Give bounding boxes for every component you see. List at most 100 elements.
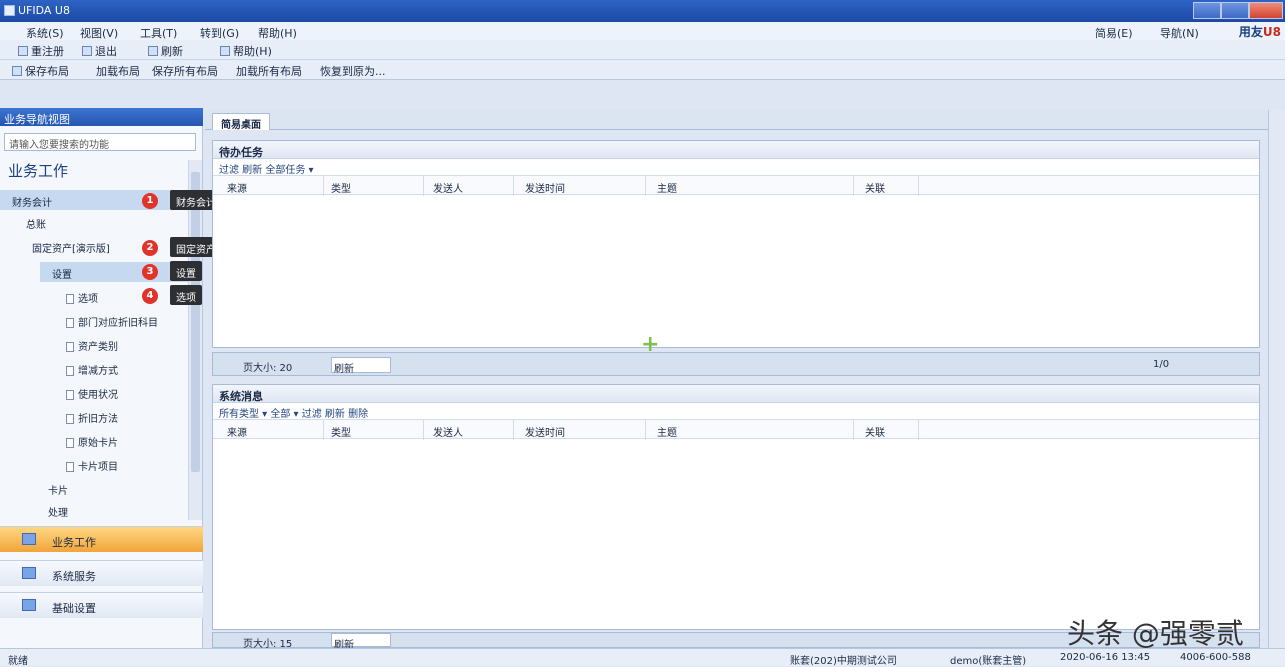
todo-panel-toolbar[interactable]: 过滤 刷新 全部任务 ▾: [213, 159, 1259, 176]
tab-simple-desktop[interactable]: 简易桌面: [212, 113, 270, 131]
tree-leaf-depreciation-method[interactable]: 折旧方法: [66, 410, 118, 425]
load-all-layout-button[interactable]: 加载所有布局: [236, 63, 302, 79]
document-icon: [66, 414, 74, 424]
col-send-time[interactable]: 发送时间: [525, 180, 565, 195]
todo-page-status: 1/0: [1153, 359, 1170, 370]
col-sender[interactable]: 发送人: [433, 424, 463, 439]
save-layout-button[interactable]: 保存布局: [12, 63, 69, 79]
tree-node-ledger[interactable]: 总账: [26, 216, 46, 231]
sidebar-scrollbar[interactable]: [188, 160, 202, 520]
tree-leaf-change-method[interactable]: 增减方式: [66, 362, 118, 377]
document-icon: [66, 462, 74, 472]
tree-node-card[interactable]: 卡片: [48, 482, 68, 497]
tree-node-settings[interactable]: 设置: [40, 262, 188, 282]
tree-leaf-options[interactable]: 选项: [66, 290, 98, 305]
message-panel-toolbar[interactable]: 所有类型 ▾ 全部 ▾ 过滤 刷新 删除: [213, 403, 1259, 420]
window-title: UFIDA U8: [18, 4, 70, 17]
scrollbar-thumb[interactable]: [191, 172, 200, 472]
col-send-time[interactable]: 发送时间: [525, 424, 565, 439]
tree-leaf-options-label: 选项: [78, 294, 98, 305]
todo-panel: 待办任务 过滤 刷新 全部任务 ▾ 来源 类型 发送人 发送时间 主题 关联: [212, 140, 1260, 348]
tree-leaf-dept-depreciation[interactable]: 部门对应折旧科目: [66, 314, 158, 329]
menu-help[interactable]: 帮助(H): [258, 25, 297, 41]
tree-node-process[interactable]: 处理: [48, 504, 68, 519]
annotation-tooltip-3: 设置: [170, 261, 202, 281]
todo-table-header: 来源 类型 发送人 发送时间 主题 关联: [213, 175, 1259, 196]
col-related[interactable]: 关联: [865, 424, 885, 439]
relogin-button[interactable]: 重注册: [18, 43, 64, 59]
column-divider: [853, 420, 854, 440]
save-icon: [12, 66, 22, 76]
menu-view[interactable]: 视图(V): [80, 25, 118, 41]
layout-toolbar: 保存布局 加载布局 保存所有布局 加载所有布局 恢复到原为...: [0, 60, 1285, 80]
exit-label: 退出: [95, 45, 117, 58]
column-divider: [918, 420, 919, 440]
menu-system[interactable]: 系统(S): [26, 25, 64, 41]
system-icon: [22, 567, 36, 579]
status-user: demo(账套主管): [950, 656, 1027, 667]
close-button[interactable]: [1249, 2, 1283, 19]
minimize-button[interactable]: [1193, 2, 1221, 19]
document-icon: [66, 342, 74, 352]
col-related[interactable]: 关联: [865, 180, 885, 195]
menu-easy[interactable]: 简易(E): [1095, 25, 1133, 41]
tree-leaf-usage-label: 使用状况: [78, 390, 118, 401]
tree-leaf-items-label: 卡片项目: [78, 462, 118, 473]
col-sender[interactable]: 发送人: [433, 180, 463, 195]
save-layout-label: 保存布局: [25, 65, 69, 78]
help-button[interactable]: 帮助(H): [220, 43, 272, 59]
maximize-button[interactable]: [1221, 2, 1249, 19]
status-datetime: 2020-06-16 13:45: [1060, 652, 1151, 663]
document-icon: [66, 318, 74, 328]
sidebar-header: 业务导航视图: [0, 108, 203, 126]
col-type[interactable]: 类型: [331, 424, 351, 439]
annotation-badge-1: 1: [142, 193, 158, 209]
menu-nav[interactable]: 导航(N): [1160, 25, 1199, 41]
col-subject[interactable]: 主题: [657, 424, 677, 439]
tree-leaf-usage-status[interactable]: 使用状况: [66, 386, 118, 401]
refresh-button[interactable]: 刷新: [148, 43, 183, 59]
message-table-header: 来源 类型 发送人 发送时间 主题 关联: [213, 419, 1259, 440]
tree-leaf-original-card[interactable]: 原始卡片: [66, 434, 118, 449]
nav-system-service[interactable]: 系统服务: [0, 560, 203, 586]
col-subject[interactable]: 主题: [657, 180, 677, 195]
message-refresh-select[interactable]: 刷新: [331, 633, 391, 651]
todo-refresh-select[interactable]: 刷新: [331, 357, 391, 375]
tree-leaf-asset-category[interactable]: 资产类别: [66, 338, 118, 353]
brand-suffix: U8: [1262, 25, 1281, 39]
annotation-badge-2: 2: [142, 240, 158, 256]
load-layout-button[interactable]: 加载布局: [96, 63, 140, 79]
todo-pager: 页大小: 20 刷新 1/0: [212, 352, 1260, 376]
exit-button[interactable]: 退出: [82, 43, 117, 59]
tree-node-finance[interactable]: 财务会计: [0, 190, 188, 210]
nav-business-work[interactable]: 业务工作: [0, 526, 203, 552]
col-source[interactable]: 来源: [227, 424, 247, 439]
business-icon: [22, 533, 36, 545]
sidebar-search-input[interactable]: 请输入您要搜索的功能: [4, 133, 196, 151]
message-panel-title: 系统消息: [213, 385, 1259, 403]
tree-leaf-change-label: 增减方式: [78, 366, 118, 377]
todo-page-size: 页大小: 20: [243, 363, 293, 374]
column-divider: [423, 176, 424, 196]
restore-layout-button[interactable]: 恢复到原为...: [320, 63, 386, 79]
column-divider: [513, 420, 514, 440]
col-type[interactable]: 类型: [331, 180, 351, 195]
menu-tools[interactable]: 工具(T): [140, 25, 177, 41]
status-phone: 4006-600-588: [1180, 652, 1251, 663]
column-divider: [918, 176, 919, 196]
nav-business-label: 业务工作: [52, 536, 96, 549]
main-toolbar: 重注册 退出 刷新 帮助(H): [0, 40, 1285, 60]
menu-goto[interactable]: 转到(G): [200, 25, 239, 41]
right-edge-scrollbar[interactable]: [1268, 110, 1285, 650]
annotation-badge-4: 4: [142, 288, 158, 304]
relogin-label: 重注册: [31, 45, 64, 58]
col-source[interactable]: 来源: [227, 180, 247, 195]
help-icon: [220, 46, 230, 56]
tree-node-fixed-assets[interactable]: 固定资产[演示版]: [32, 240, 110, 255]
save-all-layout-button[interactable]: 保存所有布局: [152, 63, 218, 79]
app-logo-icon: [4, 5, 15, 16]
annotation-badge-3: 3: [142, 264, 158, 280]
document-icon: [66, 438, 74, 448]
nav-basic-settings[interactable]: 基础设置: [0, 592, 203, 618]
tree-leaf-card-items[interactable]: 卡片项目: [66, 458, 118, 473]
